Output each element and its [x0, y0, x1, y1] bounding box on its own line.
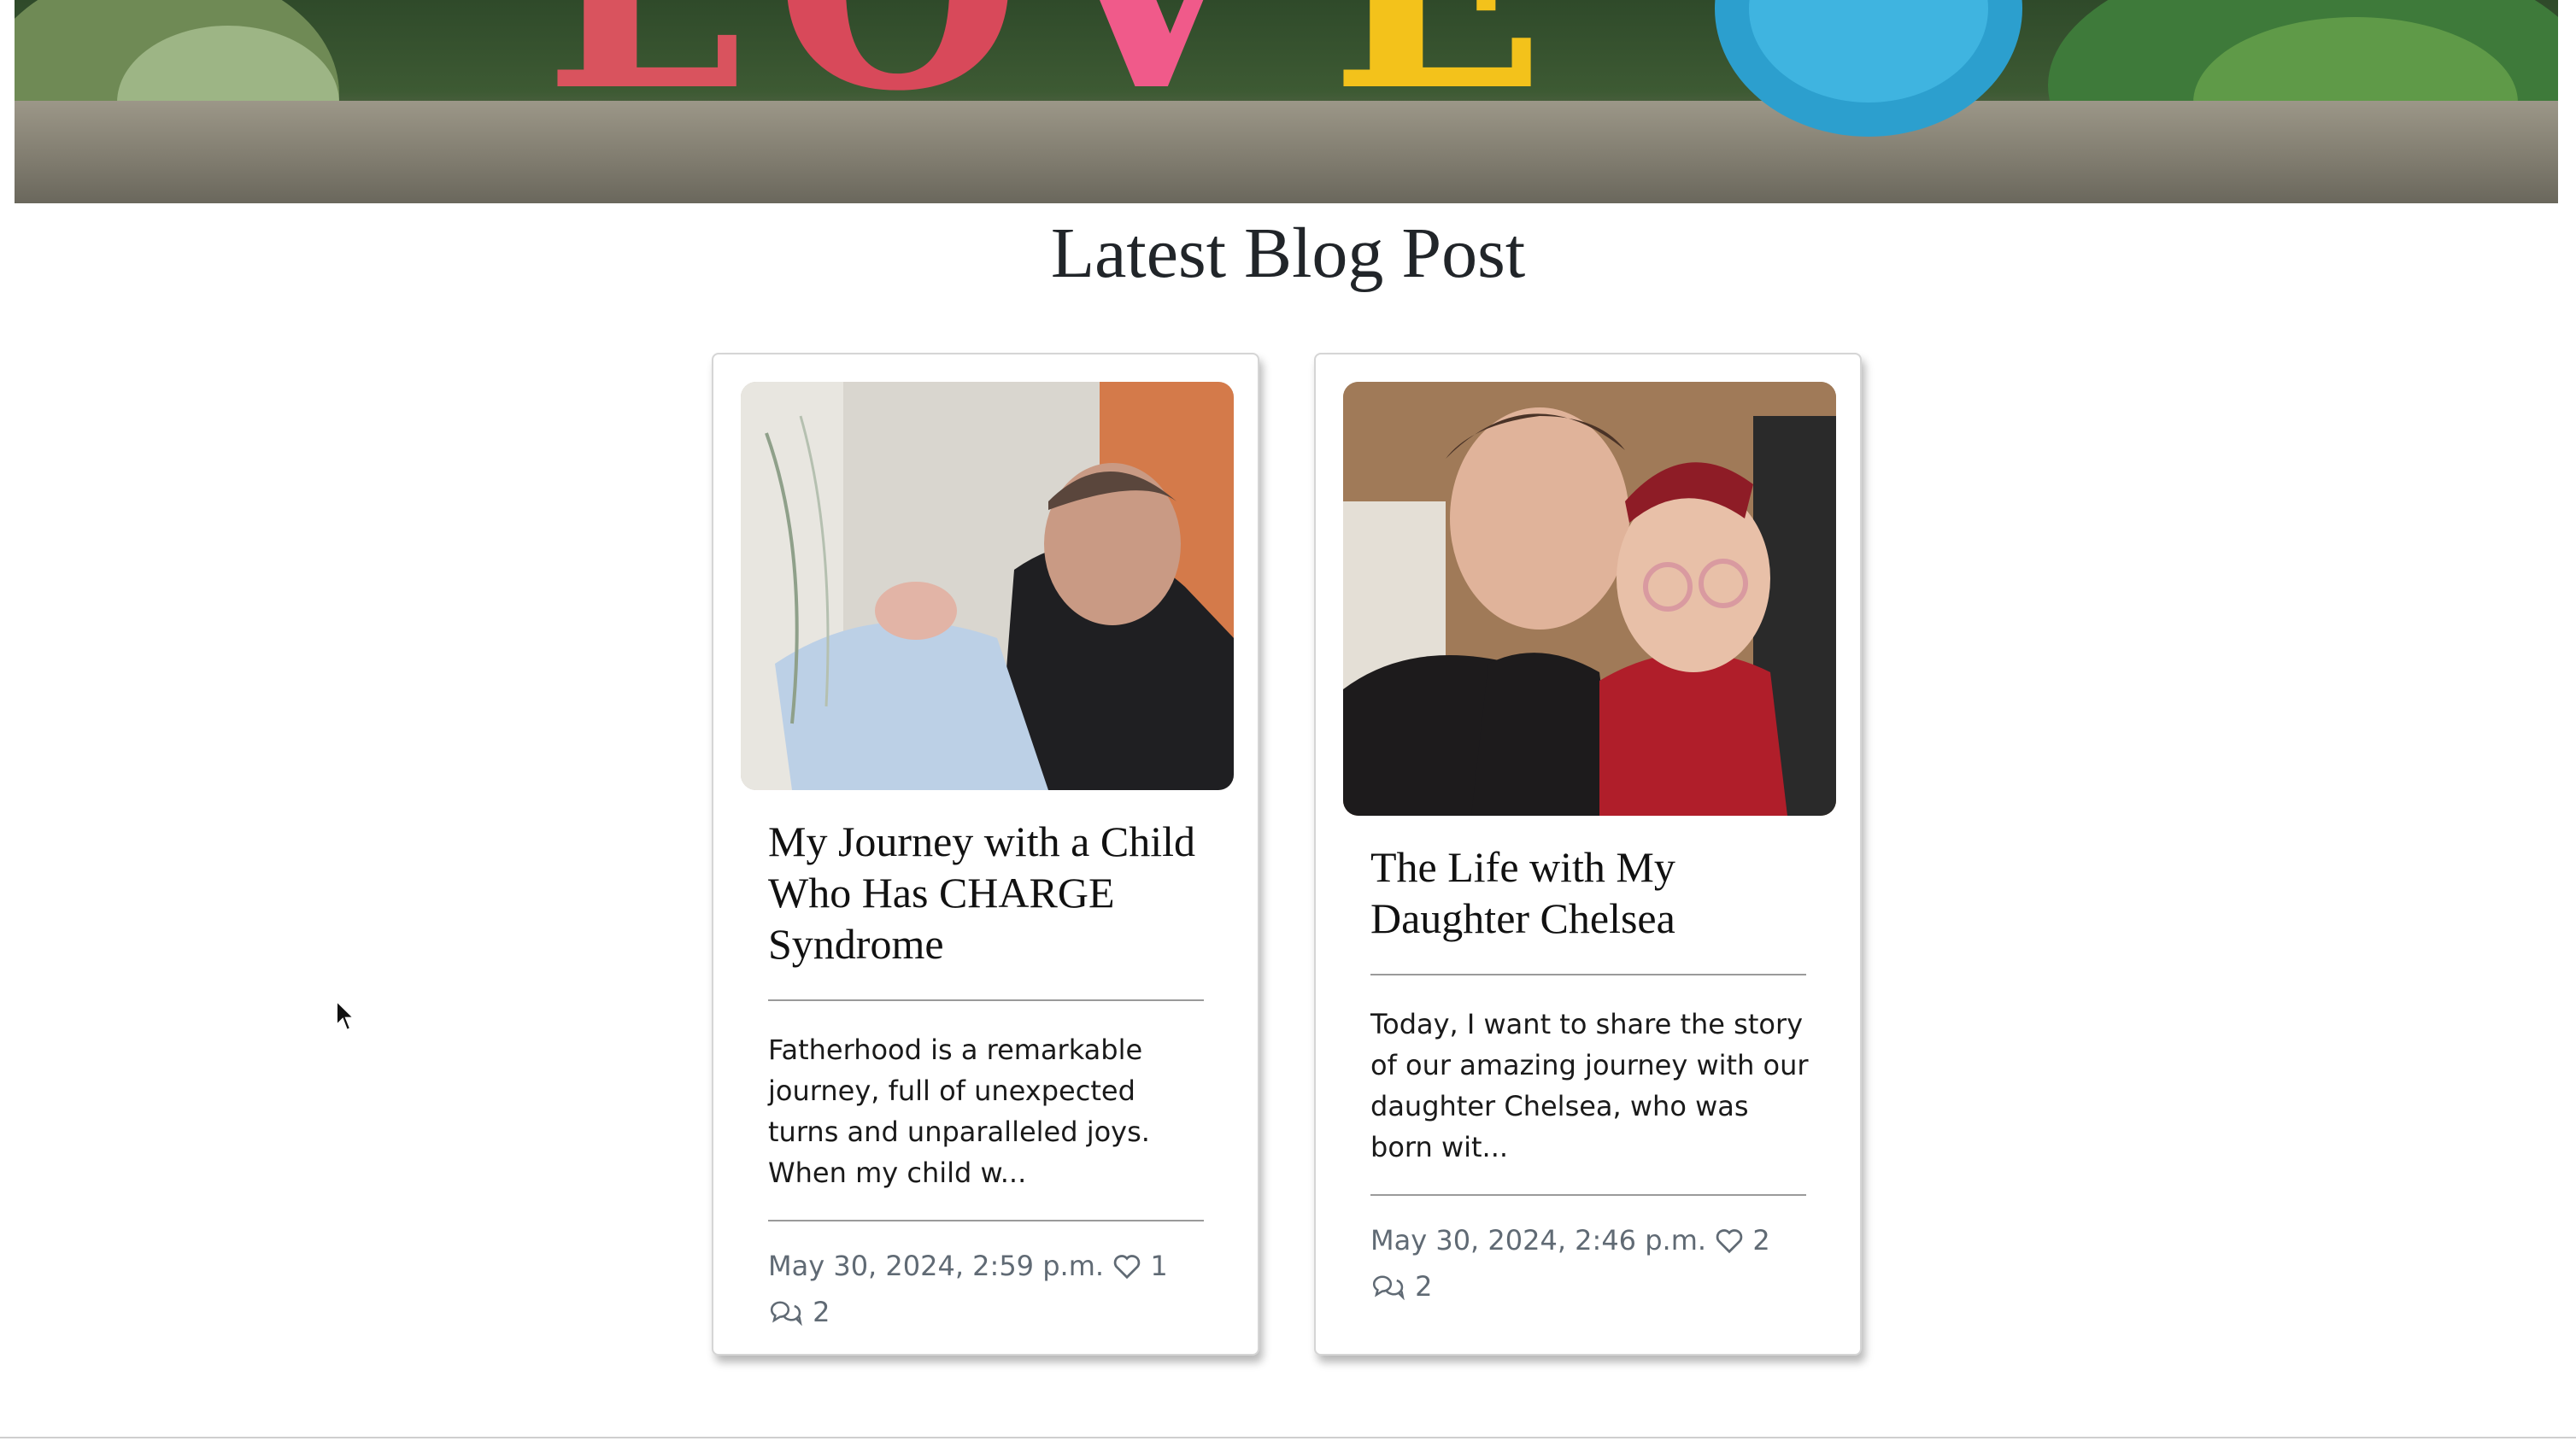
hero-letter-2: O: [775, 0, 1020, 128]
comment-count: 2: [813, 1296, 830, 1328]
page-title: Latest Blog Post: [1050, 214, 1526, 293]
like-count: 1: [1150, 1250, 1168, 1282]
hero-banner: L O V E: [15, 0, 2558, 203]
stone-ledge: [15, 101, 2558, 203]
post-title[interactable]: My Journey with a Child Who Has CHARGE S…: [768, 816, 1212, 969]
heart-icon[interactable]: [1112, 1250, 1150, 1282]
comments-icon[interactable]: [768, 1296, 813, 1328]
father-holding-newborn-photo[interactable]: [741, 382, 1234, 790]
post-meta: May 30, 2024, 2:46 p.m. 2 2: [1370, 1217, 1815, 1309]
heart-icon[interactable]: [1715, 1224, 1752, 1256]
blog-post-card[interactable]: The Life with My Daughter Chelsea Today,…: [1314, 353, 1862, 1356]
comments-icon[interactable]: [1370, 1270, 1415, 1303]
blog-post-card[interactable]: My Journey with a Child Who Has CHARGE S…: [712, 353, 1259, 1356]
divider: [768, 999, 1204, 1001]
like-count: 2: [1752, 1224, 1770, 1256]
post-excerpt: Today, I want to share the story of our …: [1370, 1008, 1809, 1163]
hero-letter-1: L: [544, 0, 742, 128]
footer-divider: [0, 1437, 2576, 1438]
comment-count: 2: [1415, 1270, 1433, 1303]
mother-and-daughter-photo[interactable]: [1343, 382, 1836, 816]
divider: [768, 1220, 1204, 1221]
divider: [1370, 974, 1806, 975]
post-image: [1343, 382, 1836, 816]
divider: [1370, 1194, 1806, 1196]
post-excerpt: Fatherhood is a remarkable journey, full…: [768, 1034, 1150, 1189]
mouse-cursor-icon: [335, 999, 359, 1038]
post-image: [741, 382, 1234, 790]
post-date: May 30, 2024, 2:46 p.m.: [1370, 1224, 1707, 1256]
hero-letter-4: E: [1330, 0, 1546, 128]
post-title[interactable]: The Life with My Daughter Chelsea: [1370, 841, 1815, 944]
post-date: May 30, 2024, 2:59 p.m.: [768, 1250, 1105, 1282]
post-meta: May 30, 2024, 2:59 p.m. 1 2: [768, 1243, 1212, 1335]
hero-letter-3: V: [1040, 0, 1259, 128]
